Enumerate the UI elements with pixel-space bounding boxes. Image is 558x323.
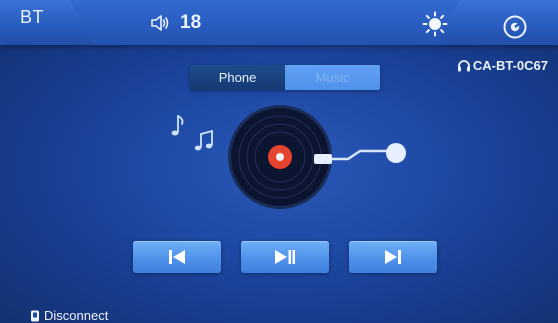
speaker-icon <box>151 15 169 31</box>
mode-label[interactable]: BT <box>20 7 44 28</box>
previous-track-button[interactable] <box>133 241 221 273</box>
bluetooth-device-icon <box>31 310 39 321</box>
settings-icon[interactable] <box>502 14 528 40</box>
top-bar-notch <box>70 0 460 45</box>
top-bar: BT 18 <box>0 0 558 45</box>
device-id-label: CA-BT-0C67 <box>472 58 548 73</box>
sun-icon[interactable] <box>422 11 448 37</box>
tab-music[interactable]: Music <box>285 65 380 90</box>
tab-phone[interactable]: Phone <box>190 65 285 90</box>
volume-indicator[interactable]: 18 <box>150 12 201 34</box>
volume-value: 18 <box>180 12 202 33</box>
play-pause-icon <box>275 250 295 264</box>
music-notes-icon <box>171 115 213 151</box>
play-pause-button[interactable] <box>241 241 329 273</box>
headphones-icon <box>457 60 470 72</box>
vinyl-player <box>228 105 406 209</box>
next-track-button[interactable] <box>349 241 437 273</box>
disconnect-label: Disconnect <box>44 308 109 323</box>
skip-next-icon <box>385 250 401 264</box>
disconnect-button[interactable]: Disconnect <box>30 308 108 323</box>
source-tabs: Phone Music <box>190 65 380 90</box>
connected-device-id: CA-BT-0C67 <box>457 58 548 73</box>
skip-previous-icon <box>169 250 185 264</box>
bt-music-screen: BT 18 CA-BT-0C67 Phone Music Disconnect <box>0 0 558 323</box>
